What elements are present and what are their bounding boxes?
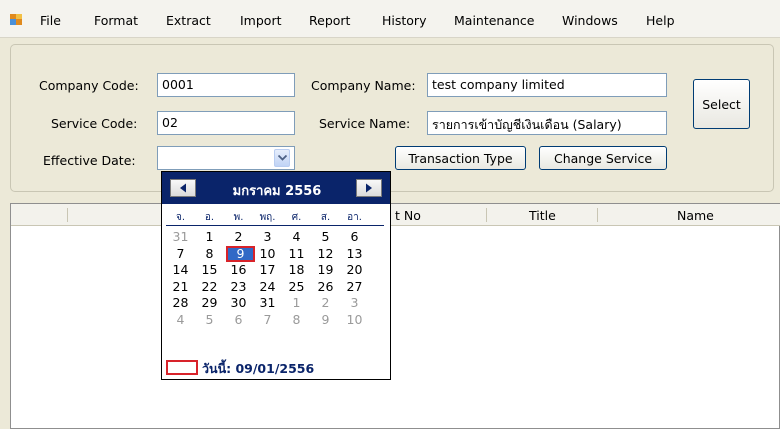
today-marker xyxy=(166,360,198,375)
calendar-day[interactable]: 15 xyxy=(195,262,224,278)
today-link[interactable]: วันนี้: 09/01/2556 xyxy=(202,359,314,379)
calendar-day[interactable]: 8 xyxy=(282,312,311,328)
calendar-day[interactable]: 22 xyxy=(195,279,224,295)
previous-month-button[interactable] xyxy=(170,179,196,197)
weekday-header: จ. xyxy=(175,212,186,223)
service-code-input[interactable]: 02 xyxy=(157,111,295,135)
menu-report[interactable]: Report xyxy=(309,13,350,28)
calendar-day[interactable]: 9 xyxy=(311,312,340,328)
weekday-divider xyxy=(166,225,384,226)
calendar-day[interactable]: 27 xyxy=(340,279,369,295)
calendar-day[interactable]: 10 xyxy=(340,312,369,328)
calendar-day[interactable]: 4 xyxy=(166,312,195,328)
company-name-label: Company Name: xyxy=(311,78,416,93)
menu-import[interactable]: Import xyxy=(240,13,282,28)
calendar-dropdown: มกราคม 2556 จ. อ. พ. พฤ. ศ. ส. อา. 31 1 2 3… xyxy=(161,171,391,380)
weekday-header: ศ. xyxy=(291,212,302,223)
grid-header: t No Title Name xyxy=(11,204,780,226)
column-header-name[interactable]: Name xyxy=(677,204,714,226)
effective-date-label: Effective Date: xyxy=(43,153,136,168)
weekday-header: พฤ. xyxy=(259,212,276,223)
service-selection-panel: Company Code: 0001 Service Code: 02 Effe… xyxy=(10,44,774,192)
company-code-input[interactable]: 0001 xyxy=(157,73,295,97)
transaction-type-button[interactable]: Transaction Type xyxy=(395,146,526,170)
service-name-input[interactable]: รายการเข้าบัญชีเงินเดือน (Salary) xyxy=(427,111,667,135)
menu-bar: File Format Extract Import Report Histor… xyxy=(0,0,780,38)
calendar-day[interactable]: 7 xyxy=(166,246,195,262)
menu-windows[interactable]: Windows xyxy=(562,13,618,28)
calendar-day[interactable]: 5 xyxy=(311,229,340,245)
next-month-button[interactable] xyxy=(356,179,382,197)
menu-file[interactable]: File xyxy=(40,13,61,28)
calendar-day[interactable]: 20 xyxy=(340,262,369,278)
chevron-right-icon xyxy=(366,183,372,193)
calendar-day[interactable]: 24 xyxy=(253,279,282,295)
calendar-day[interactable]: 23 xyxy=(224,279,253,295)
calendar-day[interactable]: 4 xyxy=(282,229,311,245)
calendar-day[interactable]: 21 xyxy=(166,279,195,295)
weekday-header: อ. xyxy=(204,212,215,223)
calendar-day[interactable]: 31 xyxy=(166,229,195,245)
calendar-header: มกราคม 2556 xyxy=(162,172,390,204)
menu-extract[interactable]: Extract xyxy=(166,13,211,28)
service-code-label: Service Code: xyxy=(51,116,138,131)
calendar-day[interactable]: 6 xyxy=(340,229,369,245)
menu-maintenance[interactable]: Maintenance xyxy=(454,13,535,28)
chevron-down-icon xyxy=(277,155,287,161)
calendar-day[interactable]: 16 xyxy=(224,262,253,278)
calendar-day[interactable]: 1 xyxy=(195,229,224,245)
calendar-day[interactable]: 12 xyxy=(311,246,340,262)
calendar-day[interactable]: 17 xyxy=(253,262,282,278)
column-header-title[interactable]: Title xyxy=(529,204,556,226)
chevron-left-icon xyxy=(180,183,186,193)
menu-help[interactable]: Help xyxy=(646,13,675,28)
calendar-day[interactable]: 5 xyxy=(195,312,224,328)
calendar-day[interactable]: 29 xyxy=(195,295,224,311)
menu-history[interactable]: History xyxy=(382,13,426,28)
company-name-input[interactable]: test company limited xyxy=(427,73,667,97)
calendar-day[interactable]: 28 xyxy=(166,295,195,311)
calendar-day[interactable]: 26 xyxy=(311,279,340,295)
select-button[interactable]: Select xyxy=(693,79,750,129)
column-separator xyxy=(597,208,598,222)
calendar-day[interactable]: 30 xyxy=(224,295,253,311)
calendar-day[interactable]: 2 xyxy=(224,229,253,245)
calendar-day[interactable]: 3 xyxy=(253,229,282,245)
service-name-label: Service Name: xyxy=(319,116,411,131)
calendar-day[interactable]: 11 xyxy=(282,246,311,262)
calendar-day-selected[interactable]: 9 xyxy=(226,245,255,262)
change-service-button[interactable]: Change Service xyxy=(539,146,667,170)
calendar-day[interactable]: 19 xyxy=(311,262,340,278)
calendar-day[interactable]: 10 xyxy=(253,246,282,262)
calendar-day[interactable]: 31 xyxy=(253,295,282,311)
company-code-label: Company Code: xyxy=(39,78,139,93)
calendar-month-title[interactable]: มกราคม 2556 xyxy=(202,180,352,201)
calendar-day[interactable]: 8 xyxy=(195,246,224,262)
date-dropdown-button[interactable] xyxy=(274,149,290,167)
calendar-day[interactable]: 13 xyxy=(340,246,369,262)
column-separator xyxy=(486,208,487,222)
calendar-day[interactable]: 3 xyxy=(340,295,369,311)
calendar-day[interactable]: 1 xyxy=(282,295,311,311)
app-icon[interactable] xyxy=(10,14,22,25)
column-header-account-no[interactable]: t No xyxy=(395,204,421,226)
weekday-header: อา. xyxy=(347,212,362,223)
calendar-day[interactable]: 14 xyxy=(166,262,195,278)
transaction-grid[interactable]: t No Title Name xyxy=(10,203,780,429)
calendar-day[interactable]: 6 xyxy=(224,312,253,328)
weekday-header: ส. xyxy=(320,212,331,223)
calendar-day[interactable]: 25 xyxy=(282,279,311,295)
calendar-day[interactable]: 2 xyxy=(311,295,340,311)
weekday-header: พ. xyxy=(233,212,244,223)
menu-format[interactable]: Format xyxy=(94,13,138,28)
calendar-day[interactable]: 18 xyxy=(282,262,311,278)
calendar-day[interactable]: 7 xyxy=(253,312,282,328)
column-separator xyxy=(67,208,68,222)
